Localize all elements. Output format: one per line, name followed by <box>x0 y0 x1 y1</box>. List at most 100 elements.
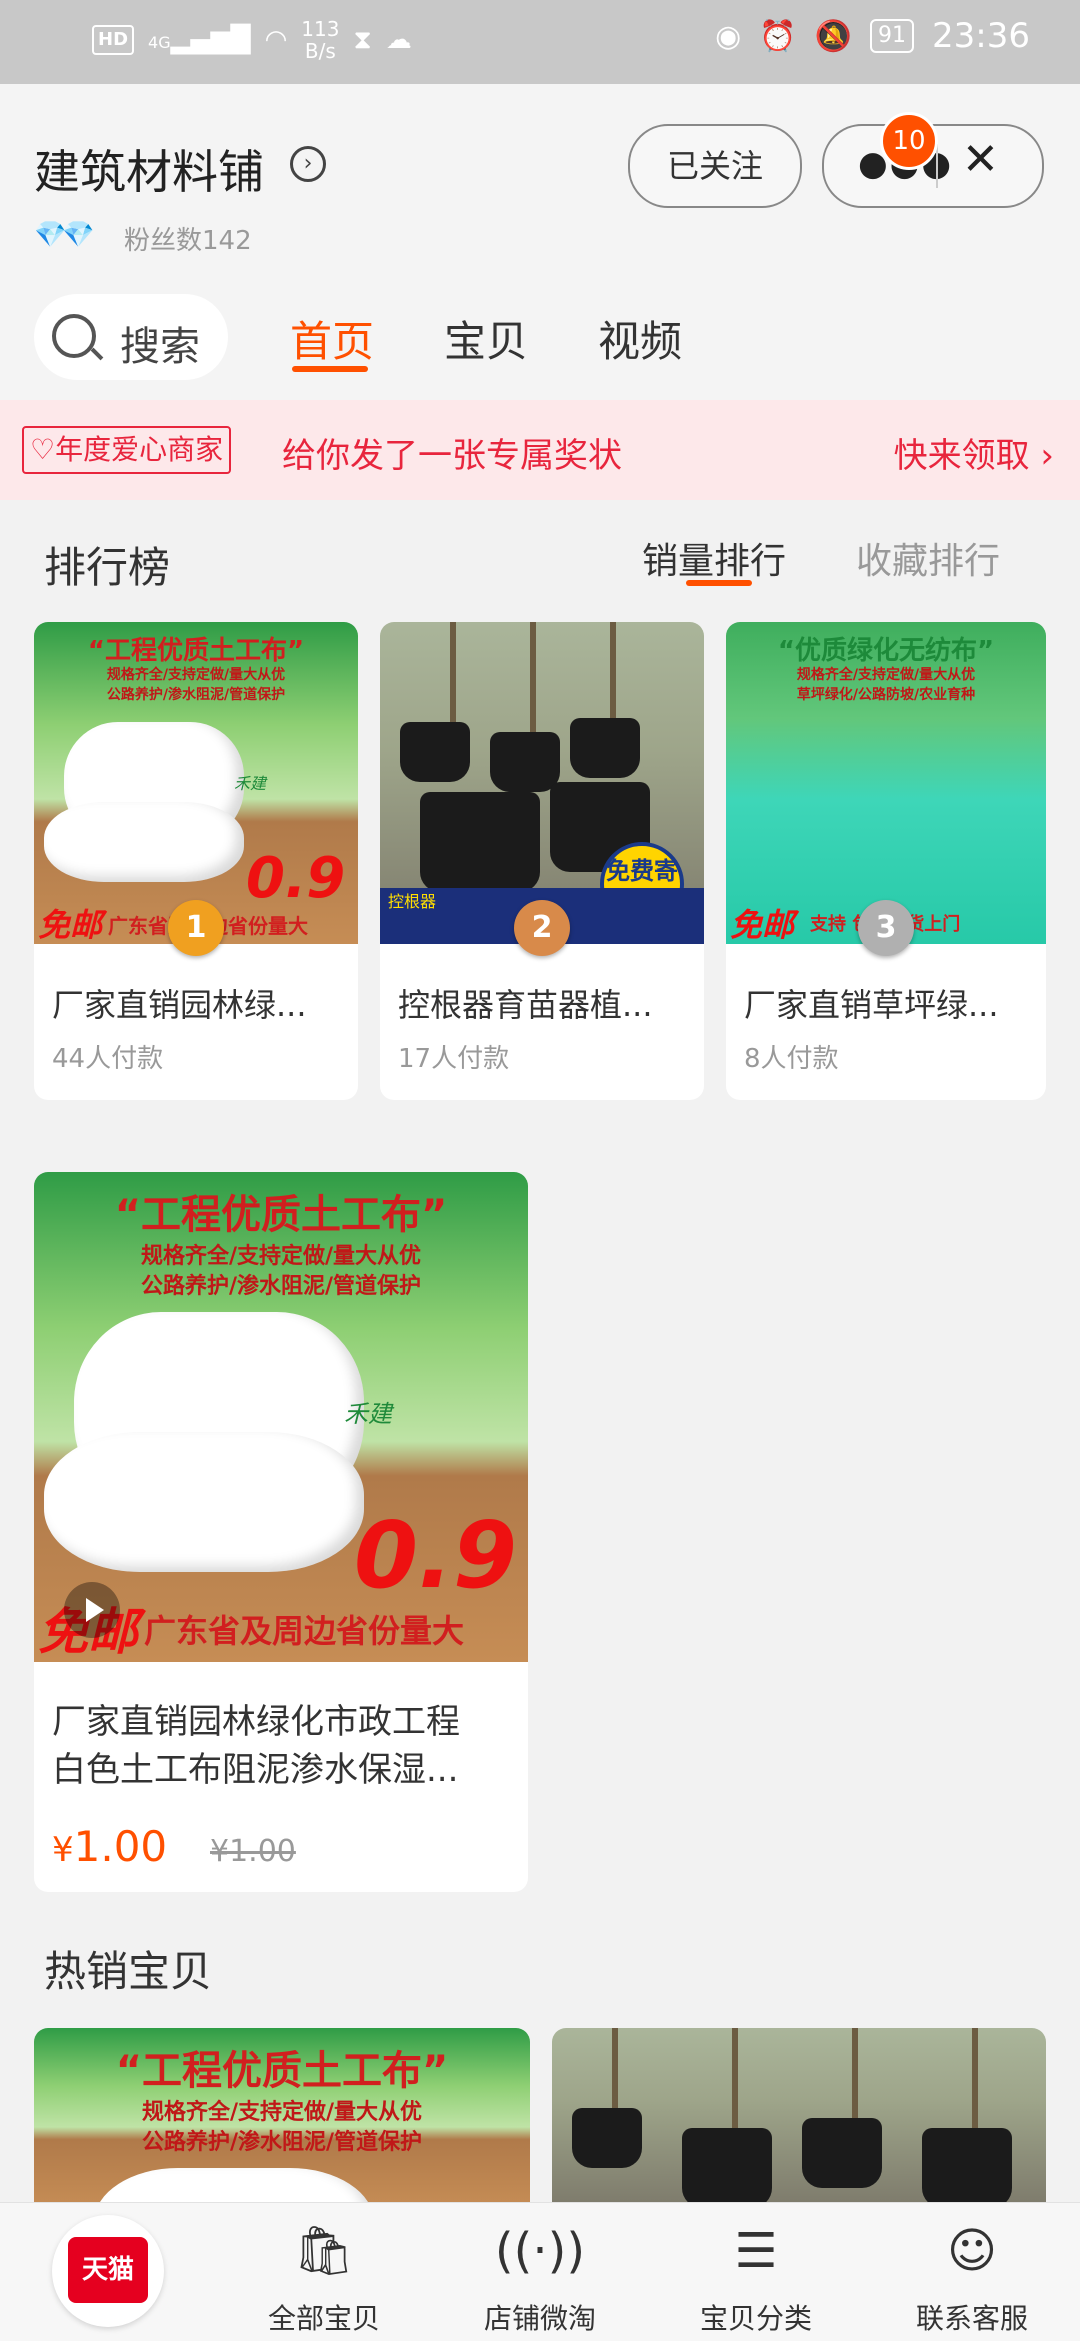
root-pot <box>922 2128 1012 2208</box>
list-icon: ☰ <box>734 2223 778 2279</box>
award-text: 给你发了一张专属奖状 <box>282 436 622 476</box>
image-title: “优质绿化无纺布” <box>777 636 995 666</box>
image-subtitle: 公路养护/渗水阻泥/管道保护 <box>106 687 286 703</box>
image-subtitle: 规格齐全/支持定做/量大从优 <box>141 2100 423 2125</box>
image-brand: 禾建 <box>234 774 267 793</box>
diamond-icon: 💎💎 <box>34 220 95 250</box>
image-title: “工程优质土工布” <box>115 2048 449 2094</box>
nav-label: 联系客服 <box>915 2302 1028 2335</box>
bottom-nav: 天猫 🛍 全部宝贝 ((·)) 店铺微淘 ☰ 宝贝分类 ☺ 联系客服 <box>0 2202 1080 2341</box>
nav-label: 全部宝贝 <box>267 2302 380 2335</box>
status-bar: HD 4G▂▄▆█ ◠ 113 B/s ⧗ ☁ ◉ ⏰ 🔕 91 23:36 <box>0 0 1080 84</box>
product-image: “优质绿化无纺布” 规格齐全/支持定做/量大从优 草坪绿化/公路防坡/农业育种 … <box>726 622 1046 944</box>
image-subtitle: 公路养护/渗水阻泥/管道保护 <box>141 2130 423 2155</box>
shop-name[interactable]: 建筑材料铺 <box>34 136 264 202</box>
image-region: 广东省及周边省份量大 <box>108 910 358 939</box>
nav-categories[interactable]: ☰ 宝贝分类 <box>656 2219 856 2337</box>
hot-card-2[interactable] <box>552 2028 1046 2208</box>
fabric-roll <box>44 802 244 882</box>
network-speed: 113 B/s <box>301 17 340 63</box>
tab-videos[interactable]: 视频 <box>598 308 682 369</box>
original-price: ¥1.00 <box>210 1834 296 1869</box>
nav-label: 店铺微淘 <box>483 2302 596 2335</box>
award-banner[interactable]: ♡年度爱心商家 给你发了一张专属奖状 快来领取 › <box>0 400 1080 500</box>
weather-icon: ☁ <box>385 25 412 55</box>
tab-favorites-ranking[interactable]: 收藏排行 <box>856 532 1000 584</box>
shopping-bag-icon: 🛍 <box>293 2223 355 2279</box>
follow-button[interactable]: 已关注 <box>628 124 802 208</box>
award-claim-link[interactable]: 快来领取 › <box>894 428 1054 477</box>
sales-count: 8人付款 <box>744 1044 839 1074</box>
chat-face-icon: ☺ <box>946 2223 998 2279</box>
image-free-shipping: 免邮 <box>730 906 795 944</box>
tab-sales-ranking[interactable]: 销量排行 <box>642 532 786 584</box>
rank-medal: 1 <box>168 900 224 956</box>
sales-count: 44人付款 <box>52 1044 164 1074</box>
nav-all-items[interactable]: 🛍 全部宝贝 <box>224 2219 424 2337</box>
root-pot <box>802 2118 882 2188</box>
search-button[interactable]: 搜索 <box>34 294 228 380</box>
image-subtitle: 公路养护/渗水阻泥/管道保护 <box>140 1274 422 1299</box>
root-pot <box>420 792 540 892</box>
product-title: 控根器育苗器植... <box>398 986 653 1024</box>
rank-card-2[interactable]: 免费寄样 控根器 2 控根器育苗器植... 17人付款 <box>380 622 704 1100</box>
search-icon <box>52 314 96 358</box>
tmall-button[interactable]: 天猫 <box>52 2215 164 2327</box>
broadcast-icon: ((·)) <box>494 2223 586 2279</box>
shop-header: 建筑材料铺 › 💎💎 粉丝数142 已关注 ●●● ✕ 10 搜索 首页 宝贝 … <box>0 84 1080 400</box>
image-price: 0.9 <box>246 846 346 911</box>
image-title: “工程优质土工布” <box>114 1192 448 1238</box>
hot-card-1[interactable]: “工程优质土工布” 规格齐全/支持定做/量大从优 公路养护/渗水阻泥/管道保护 <box>34 2028 530 2208</box>
wifi-icon: ◠ <box>264 25 288 55</box>
rank-medal: 3 <box>858 900 914 956</box>
nav-customer-service[interactable]: ☺ 联系客服 <box>872 2219 1072 2337</box>
root-pot <box>572 2108 642 2168</box>
fabric-roll <box>44 1432 364 1572</box>
tmall-logo: 天猫 <box>68 2237 148 2303</box>
status-left: HD 4G▂▄▆█ ◠ 113 B/s ⧗ ☁ <box>92 18 412 62</box>
nav-shop-feed[interactable]: ((·)) 店铺微淘 <box>440 2219 640 2337</box>
play-icon[interactable] <box>64 1582 120 1638</box>
chevron-right-icon[interactable]: › <box>290 146 326 182</box>
product-title: 厂家直销园林绿... <box>52 986 307 1024</box>
root-pot <box>682 2128 772 2208</box>
alarm-icon: ⏰ <box>759 18 797 54</box>
product-price: ¥1.00 <box>52 1822 168 1871</box>
hd-indicator: HD <box>92 25 135 55</box>
product-title: 厂家直销园林绿化市政工程 白色土工布阻泥渗水保湿... <box>52 1702 460 1790</box>
battery-indicator: 91 <box>870 19 915 53</box>
hot-title: 热销宝贝 <box>44 1947 213 1996</box>
chevron-right-icon: › <box>1040 436 1054 476</box>
award-tag: ♡年度爱心商家 <box>22 426 232 474</box>
rank-card-3[interactable]: “优质绿化无纺布” 规格齐全/支持定做/量大从优 草坪绿化/公路防坡/农业育种 … <box>726 622 1046 1100</box>
root-pot <box>570 718 640 778</box>
close-icon[interactable]: ✕ <box>962 134 999 185</box>
ranking-title: 排行榜 <box>44 543 171 592</box>
rank-card-1[interactable]: “工程优质土工布” 规格齐全/支持定做/量大从优 公路养护/渗水阻泥/管道保护 … <box>34 622 358 1100</box>
image-subtitle: 草坪绿化/公路防坡/农业育种 <box>796 687 976 703</box>
image-subtitle: 规格齐全/支持定做/量大从优 <box>140 1244 422 1269</box>
image-free-shipping: 免邮 <box>38 906 103 944</box>
clock: 23:36 <box>932 16 1030 56</box>
search-label: 搜索 <box>120 324 200 370</box>
image-subtitle: 规格齐全/支持定做/量大从优 <box>106 667 286 683</box>
featured-product-card[interactable]: “工程优质土工布” 规格齐全/支持定做/量大从优 公路养护/渗水阻泥/管道保护 … <box>34 1172 528 1892</box>
rank-medal: 2 <box>514 900 570 956</box>
product-image: “工程优质土工布” 规格齐全/支持定做/量大从优 公路养护/渗水阻泥/管道保护 … <box>34 622 358 944</box>
message-badge: 10 <box>880 112 938 170</box>
tab-active-indicator <box>292 366 368 372</box>
tab-home[interactable]: 首页 <box>290 308 374 369</box>
sales-count: 17人付款 <box>398 1044 510 1074</box>
product-image: 免费寄样 控根器 <box>380 622 704 944</box>
root-pot <box>400 722 470 782</box>
rank-tab-indicator <box>686 580 752 586</box>
product-title: 厂家直销草坪绿... <box>744 986 999 1024</box>
image-brand: 禾建 <box>344 1400 392 1428</box>
product-image: “工程优质土工布” 规格齐全/支持定做/量大从优 公路养护/渗水阻泥/管道保护 <box>34 2028 530 2208</box>
tree-trunk <box>610 622 616 732</box>
tab-items[interactable]: 宝贝 <box>444 308 528 369</box>
image-bottom-text: 支持 包邮送货上门 <box>810 914 960 935</box>
eye-icon: ◉ <box>715 18 742 54</box>
signal-icon: 4G▂▄▆█ <box>148 25 251 55</box>
image-region: 广东省及周边省份量大 <box>144 1612 465 1650</box>
